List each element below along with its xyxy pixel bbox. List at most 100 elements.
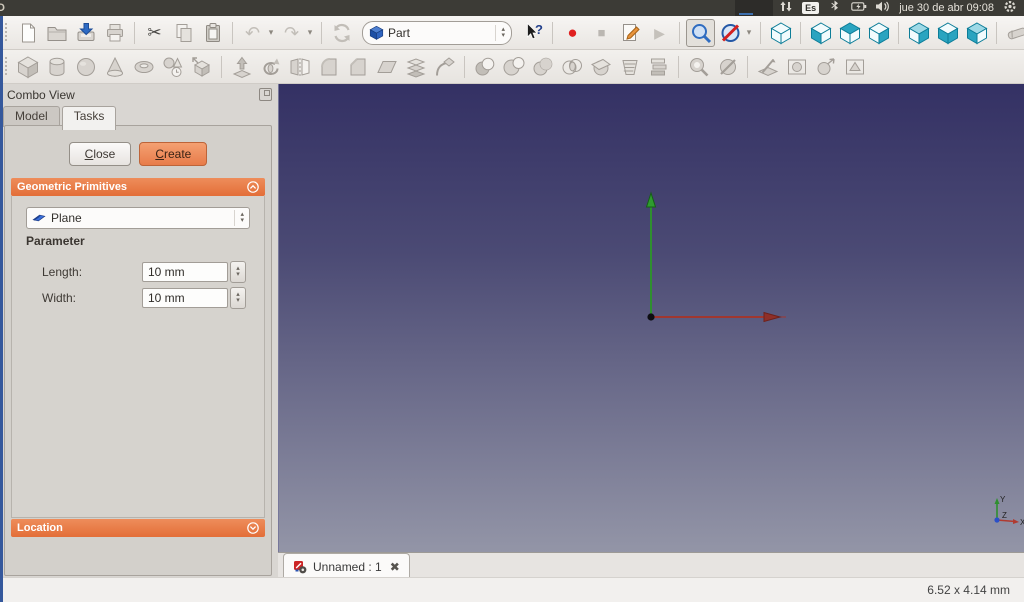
- workbench-selector[interactable]: Part ▴ ▾: [362, 20, 512, 45]
- part-convert-button[interactable]: [841, 54, 868, 80]
- fit-all-button[interactable]: [686, 18, 715, 47]
- part-torus-button[interactable]: [130, 54, 157, 80]
- part-cross-sections-button[interactable]: [616, 54, 643, 80]
- length-spinner[interactable]: ▴ ▾: [230, 261, 246, 283]
- battery-icon[interactable]: [851, 0, 867, 16]
- geometric-primitives-title: Geometric Primitives: [17, 181, 128, 193]
- top-view-button[interactable]: [836, 20, 863, 46]
- redo-button[interactable]: ↷: [278, 20, 305, 46]
- toolbar-handle[interactable]: [3, 56, 10, 77]
- part-revolve-button[interactable]: [257, 54, 284, 80]
- part-loft-button[interactable]: [402, 54, 429, 80]
- draw-style-button-dropdown-icon[interactable]: ▾: [744, 27, 754, 38]
- part-cylinder-button[interactable]: [43, 54, 70, 80]
- width-spinner[interactable]: ▴ ▾: [230, 287, 246, 309]
- open-document-button[interactable]: [43, 20, 70, 46]
- location-header[interactable]: Location: [11, 519, 265, 537]
- macro-stop-button[interactable]: ■: [588, 20, 615, 46]
- toolbar-separator: [464, 55, 465, 78]
- part-compound-button[interactable]: [645, 54, 672, 80]
- clock-label[interactable]: jue 30 de abr 09:08: [899, 2, 994, 14]
- save-button[interactable]: [72, 20, 99, 46]
- bottom-view-button[interactable]: [934, 20, 961, 46]
- close-button[interactable]: Close: [68, 142, 132, 166]
- new-document-button[interactable]: [14, 20, 41, 46]
- part-defeaturing-button[interactable]: [714, 54, 741, 80]
- part-make-face-button[interactable]: [373, 54, 400, 80]
- part-cone-button[interactable]: [101, 54, 128, 80]
- right-view-button[interactable]: [865, 20, 892, 46]
- part-box-button[interactable]: [14, 54, 41, 80]
- rear-view-button[interactable]: [905, 20, 932, 46]
- axonometric-view-button[interactable]: [767, 20, 794, 46]
- part-sphere-button[interactable]: [72, 54, 99, 80]
- document-tab-label: Unnamed : 1: [313, 559, 382, 574]
- toolbar-separator: [221, 55, 222, 78]
- cut-button[interactable]: ✂: [141, 20, 168, 46]
- redo-button-dropdown-icon[interactable]: ▾: [305, 27, 315, 38]
- part-offset-button[interactable]: [783, 54, 810, 80]
- part-boolean-button[interactable]: [471, 54, 498, 80]
- part-refine-shape-button[interactable]: [754, 54, 781, 80]
- undo-button-dropdown-icon[interactable]: ▾: [266, 27, 276, 38]
- window-left-edge: [0, 16, 3, 602]
- print-button[interactable]: [101, 20, 128, 46]
- whats-this-button[interactable]: ?: [519, 20, 546, 46]
- toolbar-separator: [996, 21, 997, 44]
- toolbar-separator: [552, 21, 553, 44]
- part-extrude-button[interactable]: [228, 54, 255, 80]
- part-shape-builder-button[interactable]: [188, 54, 215, 80]
- volume-icon[interactable]: [875, 0, 891, 16]
- tab-tasks[interactable]: Tasks: [61, 106, 117, 130]
- refresh-button[interactable]: [328, 20, 355, 46]
- macro-edit-button[interactable]: [617, 20, 644, 46]
- part-intersection-button[interactable]: [558, 54, 585, 80]
- primitive-type-select[interactable]: Plane ▴ ▾: [26, 207, 250, 229]
- y-axis-label: Y: [1000, 495, 1006, 504]
- document-tab[interactable]: Unnamed : 1 ✖: [283, 553, 410, 579]
- network-updown-icon[interactable]: [778, 0, 794, 16]
- workbench-value: Part: [388, 25, 411, 40]
- document-tab-bar: Unnamed : 1 ✖: [278, 552, 1024, 579]
- part-check-geometry-button[interactable]: [685, 54, 712, 80]
- svg-text:?: ?: [535, 22, 543, 37]
- paste-button[interactable]: [199, 20, 226, 46]
- undo-button[interactable]: ↶: [239, 20, 266, 46]
- status-bar: 6.52 x 4.14 mm: [0, 577, 1024, 602]
- create-button[interactable]: Create: [139, 142, 208, 166]
- document-tab-close-icon[interactable]: ✖: [390, 560, 400, 574]
- geometric-primitives-header[interactable]: Geometric Primitives: [11, 178, 265, 196]
- part-thickness-button[interactable]: [812, 54, 839, 80]
- part-fillet-button[interactable]: [315, 54, 342, 80]
- front-view-button[interactable]: [807, 20, 834, 46]
- macro-record-button[interactable]: ●: [559, 20, 586, 46]
- session-gear-icon[interactable]: [1002, 0, 1018, 16]
- copy-button[interactable]: [170, 20, 197, 46]
- primitive-type-value: Plane: [51, 211, 82, 225]
- draw-style-button[interactable]: [717, 20, 744, 46]
- origin-point: [647, 313, 655, 321]
- part-create-primitives-button[interactable]: [159, 54, 186, 80]
- dock-float-icon[interactable]: [259, 88, 272, 101]
- expand-icon[interactable]: [247, 522, 259, 534]
- macro-play-button[interactable]: ▶: [646, 20, 673, 46]
- left-view-button[interactable]: [963, 20, 990, 46]
- part-union-button[interactable]: [529, 54, 556, 80]
- part-sweep-button[interactable]: [431, 54, 458, 80]
- bluetooth-icon[interactable]: [827, 0, 843, 16]
- length-input[interactable]: 10 mm: [142, 262, 228, 282]
- width-row: Width: 10 mm ▴ ▾: [42, 287, 254, 309]
- 3d-viewport[interactable]: Y X Z: [278, 84, 1024, 552]
- toolbar-handle[interactable]: [3, 22, 10, 43]
- part-cut-button[interactable]: [500, 54, 527, 80]
- toolbar-separator: [678, 55, 679, 78]
- part-chamfer-button[interactable]: [344, 54, 371, 80]
- select-spinner-icon[interactable]: ▴ ▾: [234, 210, 244, 226]
- keyboard-layout-indicator[interactable]: Es: [802, 2, 820, 14]
- measure-button[interactable]: [1003, 20, 1024, 46]
- part-section-button[interactable]: [587, 54, 614, 80]
- tab-model[interactable]: Model: [3, 106, 60, 127]
- collapse-icon[interactable]: [247, 181, 259, 193]
- width-input[interactable]: 10 mm: [142, 288, 228, 308]
- part-mirror-button[interactable]: [286, 54, 313, 80]
